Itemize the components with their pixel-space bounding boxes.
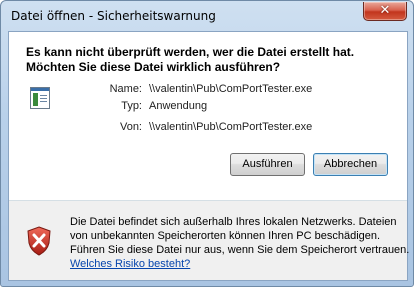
file-icon [30, 87, 50, 109]
risk-description: Die Datei befindet sich außerhalb Ihres … [70, 215, 410, 271]
close-button[interactable]: ✕ [363, 2, 407, 21]
main-panel: Es kann nicht überprüft werden, wer die … [9, 32, 407, 200]
type-value: Anwendung [149, 100, 208, 112]
window-title: Datei öffnen - Sicherheitswarnung [11, 9, 216, 23]
dialog-content: Es kann nicht überprüft werden, wer die … [8, 31, 410, 281]
risk-help-link[interactable]: Welches Risiko besteht? [70, 258, 190, 270]
from-label: Von: [119, 121, 142, 133]
heading-line-1: Es kann nicht überprüft werden, wer die … [26, 45, 355, 59]
from-value: \\valentin\Pub\ComPortTester.exe [149, 121, 313, 133]
risk-line-1: Die Datei befindet sich außerhalb Ihres … [70, 216, 397, 228]
title-bar[interactable]: Datei öffnen - Sicherheitswarnung ✕ [1, 1, 413, 31]
type-label: Typ: [121, 100, 142, 112]
risk-line-3: Führen Sie diese Datei nur aus, wenn Sie… [70, 244, 410, 256]
run-button[interactable]: Ausführen [230, 153, 305, 176]
cancel-button[interactable]: Abbrechen [313, 153, 388, 176]
close-icon: ✕ [379, 3, 391, 18]
name-value: \\valentin\Pub\ComPortTester.exe [149, 83, 313, 95]
footer-panel: Die Datei befindet sich außerhalb Ihres … [9, 201, 410, 280]
name-label: Name: [109, 83, 142, 95]
warning-shield-icon [27, 226, 51, 256]
risk-line-2: von unbekannten Speicherorten können Ihr… [70, 230, 381, 242]
warning-heading: Es kann nicht überprüft werden, wer die … [26, 45, 396, 75]
heading-line-2: Möchten Sie diese Datei wirklich ausführ… [26, 60, 281, 74]
dialog-window: Datei öffnen - Sicherheitswarnung ✕ Es k… [0, 0, 414, 287]
